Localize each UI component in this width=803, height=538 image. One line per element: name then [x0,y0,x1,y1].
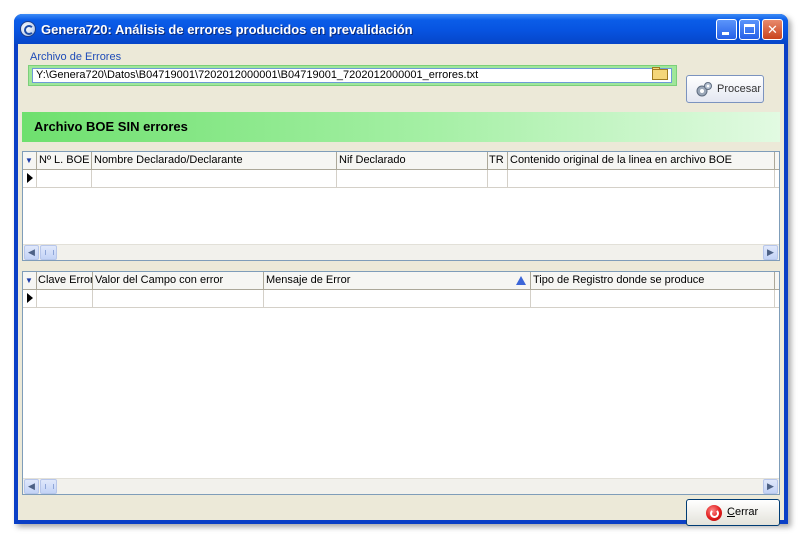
row-indicator-icon [23,290,37,307]
cerrar-label: Cerrar [727,506,759,518]
scroll-thumb[interactable] [40,479,57,494]
minimize-button[interactable] [716,19,737,40]
sort-icon[interactable]: ▼ [23,152,37,169]
window-title: Genera720: Análisis de errores producido… [41,22,413,37]
scroll-thumb[interactable] [40,245,57,260]
table-cell[interactable] [488,170,508,187]
gears-icon [696,82,712,97]
close-icon: ✕ [767,22,778,37]
status-message: Archivo BOE SIN errores [34,119,188,134]
filter-icon[interactable] [516,276,526,285]
column-header[interactable]: Mensaje de Error [264,272,531,289]
table-cell[interactable] [37,290,93,307]
column-header-label: Mensaje de Error [266,274,351,286]
cerrar-button[interactable]: Cerrar [686,499,780,526]
maximize-button[interactable] [739,19,760,40]
records-horizontal-scrollbar[interactable]: ◀ ▶ [23,244,779,260]
table-cell[interactable] [37,170,92,187]
maximize-icon [744,24,755,34]
table-cell[interactable] [93,290,264,307]
table-cell[interactable] [264,290,531,307]
column-header[interactable]: Nif Declarado [337,152,488,169]
records-grid[interactable]: ▼ Nº L. BOE Nombre Declarado/Declarante … [22,151,780,261]
procesar-label: Procesar [717,83,762,95]
table-cell[interactable] [337,170,488,187]
scroll-right-button[interactable]: ▶ [763,245,778,260]
column-header[interactable]: Nº L. BOE [37,152,92,169]
app-icon[interactable] [20,21,36,37]
scroll-left-button[interactable]: ◀ [24,479,39,494]
procesar-button[interactable]: Procesar [686,75,764,103]
errors-grid-header: ▼ Clave Error Valor del Campo con error … [23,272,779,290]
table-row[interactable] [23,290,779,308]
file-path-input[interactable]: Y:\Genera720\Datos\B04719001\72020120000… [32,68,672,83]
status-banner: Archivo BOE SIN errores [22,112,780,142]
table-cell[interactable] [531,290,775,307]
browse-button[interactable] [651,66,670,80]
column-header[interactable]: Tipo de Registro donde se produce [531,272,775,289]
window-client: Archivo de Errores Y:\Genera720\Datos\B0… [18,44,784,526]
scroll-left-button[interactable]: ◀ [24,245,39,260]
table-row[interactable] [23,170,779,188]
errors-horizontal-scrollbar[interactable]: ◀ ▶ [23,478,779,494]
file-group-label: Archivo de Errores [30,51,122,63]
errors-grid[interactable]: ▼ Clave Error Valor del Campo con error … [22,271,780,495]
title-bar[interactable]: Genera720: Análisis de errores producido… [14,14,788,44]
row-indicator-icon [23,170,37,187]
records-grid-header: ▼ Nº L. BOE Nombre Declarado/Declarante … [23,152,779,170]
minimize-icon [722,32,729,35]
power-icon [706,505,722,521]
close-button[interactable]: ✕ [762,19,783,40]
column-header[interactable]: Valor del Campo con error [93,272,264,289]
table-cell[interactable] [92,170,337,187]
scroll-right-button[interactable]: ▶ [763,479,778,494]
sort-icon[interactable]: ▼ [23,272,37,289]
file-path-highlight: Y:\Genera720\Datos\B04719001\72020120000… [28,65,677,86]
column-header[interactable]: Contenido original de la linea en archiv… [508,152,775,169]
main-window: Genera720: Análisis de errores producido… [14,14,788,526]
column-header[interactable]: Clave Error [37,272,93,289]
table-cell[interactable] [508,170,775,187]
column-header[interactable]: TR [488,152,508,169]
column-header[interactable]: Nombre Declarado/Declarante [92,152,337,169]
